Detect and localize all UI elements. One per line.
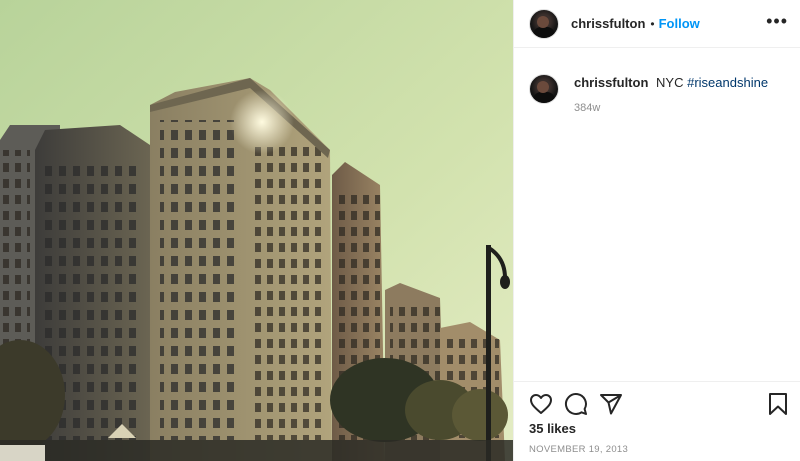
separator-dot: • xyxy=(650,16,655,31)
paper-plane-icon[interactable] xyxy=(599,392,623,416)
caption-age: 384w xyxy=(574,102,601,114)
post-container: chrissfulton • Follow ••• chrissfulton N… xyxy=(0,0,800,461)
caption-username[interactable]: chrissfulton xyxy=(574,75,648,90)
bookmark-icon[interactable] xyxy=(766,392,790,416)
more-options-icon[interactable]: ••• xyxy=(766,12,788,30)
caption-content: chrissfulton NYC #riseandshine 384w xyxy=(574,74,768,117)
photo-image xyxy=(0,0,513,461)
likes-count[interactable]: 35 likes xyxy=(529,421,785,436)
post-header: chrissfulton • Follow ••• xyxy=(514,0,800,48)
comment-icon[interactable] xyxy=(564,392,588,416)
avatar[interactable] xyxy=(529,8,559,39)
header-username[interactable]: chrissfulton xyxy=(571,16,645,31)
heart-icon[interactable] xyxy=(529,392,553,416)
post-photo[interactable] xyxy=(0,0,513,461)
caption-avatar[interactable] xyxy=(529,74,559,104)
caption-hashtag[interactable]: #riseandshine xyxy=(687,75,768,90)
post-date: NOVEMBER 19, 2013 xyxy=(529,444,629,455)
caption-text: NYC xyxy=(656,75,684,90)
action-bar: 35 likes NOVEMBER 19, 2013 xyxy=(514,381,800,455)
post-sidebar: chrissfulton • Follow ••• chrissfulton N… xyxy=(513,0,800,461)
action-icons xyxy=(529,382,787,426)
follow-button[interactable]: Follow xyxy=(659,16,700,31)
caption-block: chrissfulton NYC #riseandshine 384w xyxy=(514,48,800,117)
